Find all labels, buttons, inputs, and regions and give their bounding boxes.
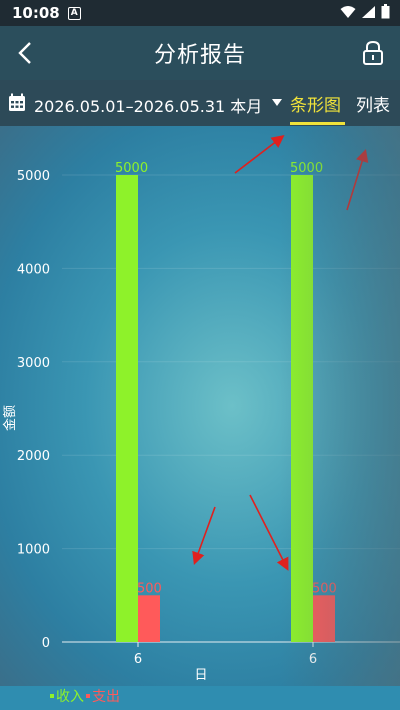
bar-expense-0	[138, 595, 160, 642]
legend-expense-label: 支出	[92, 689, 120, 705]
chart-legend: 收入 支出	[50, 686, 120, 706]
annotation-arrow-2	[192, 506, 216, 566]
active-tab-indicator	[290, 122, 345, 125]
bar-income-1	[291, 175, 313, 642]
back-arrow-icon[interactable]	[12, 39, 40, 67]
legend-income-label: 收入	[56, 689, 84, 705]
tab-list[interactable]: 列表	[356, 91, 390, 116]
annotation-arrow-3	[249, 494, 289, 571]
app-bar: 分析报告	[0, 26, 400, 80]
annotation-arrow-0	[234, 135, 285, 174]
lock-icon[interactable]	[360, 39, 386, 67]
bar-value-label-income-0: 5000	[115, 161, 148, 176]
y-axis-title: 金额	[2, 405, 18, 431]
app-notification-icon: A	[67, 6, 81, 20]
page-title: 分析报告	[153, 43, 246, 68]
signal-icon	[362, 5, 375, 18]
calendar-icon[interactable]	[8, 93, 26, 112]
legend-income-swatch	[50, 694, 54, 698]
bar-chart-area: 0 1000 2000 3000 4000 5000 5000 500 6 5000 500 6 日 金额	[0, 126, 400, 686]
date-range-selector[interactable]: 2026.05.01–2026.05.31 本月	[34, 93, 262, 117]
legend-expense-swatch	[86, 694, 90, 698]
y-tick-label-2: 2000	[17, 449, 50, 464]
bar-expense-1	[313, 595, 335, 642]
bar-chart: 0 1000 2000 3000 4000 5000 5000 500 6 5000 500 6 日 金额	[2, 135, 400, 683]
y-tick-label-1: 1000	[17, 543, 50, 558]
bar-value-label-income-1: 5000	[290, 161, 323, 176]
bar-value-label-expense-1: 500	[312, 581, 337, 596]
y-tick-label-4: 4000	[17, 262, 50, 277]
x-tick-label-1: 6	[309, 652, 317, 667]
y-tick-label-0: 0	[42, 636, 50, 651]
annotation-arrow-1	[346, 148, 369, 211]
x-axis-title: 日	[194, 668, 207, 683]
x-tick-label-0: 6	[134, 652, 142, 667]
tab-bar-chart[interactable]: 条形图	[290, 91, 341, 116]
dropdown-triangle-icon[interactable]	[272, 99, 282, 107]
status-bar: 10:08 A	[0, 0, 400, 26]
y-tick-label-5: 5000	[17, 169, 50, 184]
bar-income-0	[116, 175, 138, 642]
filter-bar: 2026.05.01–2026.05.31 本月 条形图 列表	[0, 80, 400, 126]
status-time: 10:08	[12, 4, 60, 22]
bar-value-label-expense-0: 500	[137, 581, 162, 596]
wifi-icon	[340, 5, 356, 18]
y-tick-label-3: 3000	[17, 356, 50, 371]
battery-icon	[381, 4, 390, 19]
